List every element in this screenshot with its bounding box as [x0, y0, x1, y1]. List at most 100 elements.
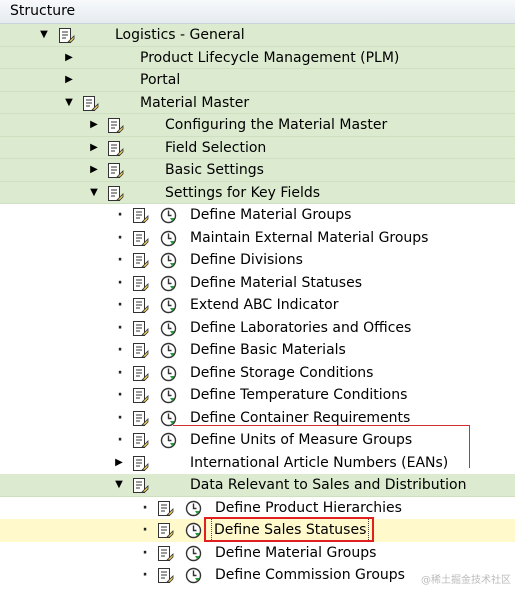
execute-clock-icon[interactable]: [185, 545, 202, 562]
tree-label: Define Commission Groups: [215, 567, 405, 583]
document-icon: [133, 455, 149, 471]
execute-clock-icon[interactable]: [160, 252, 177, 269]
tree-label: Settings for Key Fields: [165, 184, 321, 201]
document-icon: [133, 433, 149, 448]
tree-label: Basic Settings: [165, 162, 264, 178]
tree-activity-external-material-groups[interactable]: · Maintain External Material Groups: [0, 226, 515, 249]
collapsed-arrow-icon[interactable]: ▶: [63, 47, 75, 69]
bullet-icon: ·: [117, 342, 123, 358]
tree-activity-define-divisions[interactable]: · Define Divisions: [0, 249, 515, 272]
structure-title: Structure: [10, 3, 76, 19]
tree-label: Define Storage Conditions: [190, 364, 374, 381]
tree-label: Define Units of Measure Groups: [190, 432, 413, 448]
tree-activity-product-hierarchies[interactable]: · Define Product Hierarchies: [0, 496, 515, 519]
document-icon: [133, 410, 149, 426]
bullet-icon: ·: [117, 207, 123, 223]
tree-activity-extend-abc[interactable]: · Extend ABC Indicator: [0, 294, 515, 317]
annotation-line: [469, 425, 470, 468]
tree-activity-laboratories[interactable]: · Define Laboratories and Offices: [0, 316, 515, 339]
expanded-arrow-icon[interactable]: ▼: [88, 182, 100, 204]
tree-activity-sd-material-groups[interactable]: · Define Material Groups: [0, 541, 515, 564]
tree-activity-define-material-groups[interactable]: · Define Material Groups: [0, 204, 515, 227]
tree-label: Define Material Statuses: [190, 274, 362, 291]
execute-clock-icon[interactable]: [160, 365, 177, 382]
document-icon: [133, 388, 149, 403]
tree-node-portal[interactable]: ▶ Portal: [0, 69, 515, 92]
document-icon: [133, 365, 149, 381]
document-icon: [158, 568, 174, 583]
bullet-icon: ·: [117, 229, 123, 246]
document-icon: [133, 320, 149, 336]
collapsed-arrow-icon[interactable]: ▶: [63, 69, 75, 91]
expanded-arrow-icon[interactable]: ▼: [38, 24, 50, 46]
tree-label: Define Temperature Conditions: [190, 387, 408, 403]
tree-activity-temperature-conditions[interactable]: · Define Temperature Conditions: [0, 384, 515, 407]
tree-label: Extend ABC Indicator: [190, 297, 339, 313]
tree-node-key-fields[interactable]: ▼ Settings for Key Fields: [0, 181, 515, 204]
bullet-icon: ·: [117, 297, 123, 313]
bullet-icon: ·: [142, 522, 148, 538]
tree-activity-basic-materials[interactable]: · Define Basic Materials: [0, 339, 515, 362]
execute-clock-icon[interactable]: [160, 230, 177, 247]
document-icon: [158, 500, 174, 516]
document-icon: [133, 343, 149, 358]
tree-label: Material Master: [140, 94, 250, 111]
tree-activity-storage-conditions[interactable]: · Define Storage Conditions: [0, 361, 515, 384]
tree-node-sales-distribution[interactable]: ▼ Data Relevant to Sales and Distributio…: [0, 474, 515, 497]
collapsed-arrow-icon[interactable]: ▶: [113, 452, 125, 474]
tree-node-logistics-general[interactable]: ▼ Logistics - General: [0, 24, 515, 47]
collapsed-arrow-icon[interactable]: ▶: [88, 137, 100, 159]
tree-node-configuring[interactable]: ▶ Configuring the Material Master: [0, 114, 515, 137]
tree-label: Product Lifecycle Management (PLM): [140, 49, 400, 66]
document-icon: [59, 28, 75, 43]
tree-label: Configuring the Material Master: [165, 117, 388, 133]
execute-clock-icon[interactable]: [160, 410, 177, 427]
tree-node-plm[interactable]: ▶ Product Lifecycle Management (PLM): [0, 46, 515, 69]
document-icon: [133, 298, 149, 313]
execute-clock-icon[interactable]: [185, 567, 202, 584]
execute-clock-icon[interactable]: [160, 297, 177, 314]
execute-clock-icon[interactable]: [160, 207, 177, 224]
document-icon: [108, 140, 124, 156]
tree-label: Define Laboratories and Offices: [190, 319, 412, 336]
execute-clock-icon[interactable]: [160, 342, 177, 359]
bullet-icon: ·: [117, 432, 123, 448]
bullet-icon: ·: [117, 364, 123, 381]
collapsed-arrow-icon[interactable]: ▶: [88, 159, 100, 181]
bullet-icon: ·: [142, 499, 148, 516]
tree-node-basic-settings[interactable]: ▶ Basic Settings: [0, 159, 515, 182]
tree-label: Field Selection: [165, 139, 267, 156]
bullet-icon: ·: [142, 544, 148, 561]
execute-clock-icon[interactable]: [185, 500, 202, 517]
document-icon: [108, 163, 124, 178]
tree-activity-uom-groups[interactable]: · Define Units of Measure Groups: [0, 429, 515, 452]
expanded-arrow-icon[interactable]: ▼: [63, 92, 75, 114]
execute-clock-icon[interactable]: [160, 320, 177, 337]
tree-node-material-master[interactable]: ▼ Material Master: [0, 91, 515, 114]
execute-clock-icon[interactable]: [160, 275, 177, 292]
tree-label: Logistics - General: [115, 27, 245, 43]
document-icon: [133, 230, 149, 246]
bullet-icon: ·: [117, 387, 123, 403]
bullet-icon: ·: [117, 252, 123, 268]
tree-activity-material-statuses[interactable]: · Define Material Statuses: [0, 271, 515, 294]
bullet-icon: ·: [117, 409, 123, 426]
document-icon: [133, 208, 149, 223]
execute-clock-icon[interactable]: [160, 432, 177, 449]
tree-label: Define Product Hierarchies: [215, 499, 402, 516]
document-icon: [158, 545, 174, 561]
tree-node-field-selection[interactable]: ▶ Field Selection: [0, 136, 515, 159]
tree-activity-sales-statuses[interactable]: · Define Sales Statuses: [0, 518, 515, 542]
document-icon: [108, 185, 124, 201]
execute-clock-icon[interactable]: [160, 387, 177, 404]
tree-label: Define Basic Materials: [190, 342, 346, 358]
annotation-line: [173, 425, 470, 426]
collapsed-arrow-icon[interactable]: ▶: [88, 114, 100, 136]
document-icon: [108, 118, 124, 133]
tree-node-eans[interactable]: ▶ International Article Numbers (EANs): [0, 451, 515, 474]
tree-label: Define Material Groups: [190, 207, 352, 223]
structure-tree: ▼ Logistics - General ▶ Product Lifecycl…: [0, 24, 515, 587]
expanded-arrow-icon[interactable]: ▼: [113, 474, 125, 496]
document-icon: [83, 95, 99, 111]
execute-clock-icon[interactable]: [185, 522, 202, 539]
